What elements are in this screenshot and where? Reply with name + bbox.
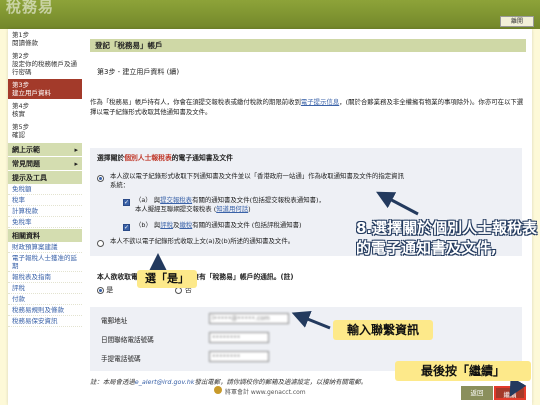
step-number: 第5步 <box>12 123 30 131</box>
mobile-phone-field[interactable]: •••••••• <box>209 351 269 362</box>
title-post: 的電子通知書及文件 <box>171 154 233 162</box>
note-post: 發出電郵，請你調校你的郵箱及過濾設定，以接納有關電郵。 <box>194 378 368 386</box>
chevron-right-icon: ▸ <box>74 160 78 168</box>
submit-return-link[interactable]: 提交報稅表 <box>160 196 192 204</box>
step-label: 設定你的稅務帳戶及通行密碼 <box>12 60 77 76</box>
nav-online-demo[interactable]: 網上示範 ▸ <box>8 142 82 156</box>
sidebar-step-2: 第2步 設定你的稅務帳戶及通行密碼 <box>8 50 82 79</box>
annotation-select-yes: 選「是」 <box>137 270 197 288</box>
sidebar-link-extension[interactable]: 電子報稅人士獲准的延期 <box>8 253 82 272</box>
back-button[interactable]: 返回 <box>461 386 493 400</box>
nav-faq[interactable]: 常見問題 ▸ <box>8 156 82 170</box>
payment-link[interactable]: 繳稅 <box>179 221 192 229</box>
sidebar-link-assessment[interactable]: 評稅 <box>8 283 82 294</box>
sidebar-step-5: 第5步 確認 <box>8 121 82 142</box>
sidebar-link-returns-guides[interactable]: 報稅表及指南 <box>8 272 82 283</box>
phone-label: 日間聯絡電話號碼 <box>101 336 154 344</box>
step-number: 第2步 <box>12 52 30 60</box>
intro-paragraph: 作為「稅務易」帳戶持有人，你會在須提交報稅表或繳付稅款的期限前收到電子提示信息，… <box>90 98 526 117</box>
step-label: 閱讀條款 <box>12 39 38 47</box>
site-logo: 稅務易 <box>6 0 55 16</box>
sidebar-link-security[interactable]: 稅務易保安資訊 <box>8 316 82 327</box>
option-a-line2-post: ) <box>248 205 251 213</box>
assessment-link[interactable]: 評稅 <box>160 221 173 229</box>
annotation-line-1: 8.選擇關於個別人士報稅表 <box>356 219 538 237</box>
intro-text-pre: 作為「稅務易」帳戶持有人，你會在須提交報稅表或繳付稅款的期限前收到 <box>90 98 301 106</box>
email-label: 電郵地址 <box>101 317 128 325</box>
email-note: 註：本局會透過e_alert@ird.gov.hk發出電郵，請你調校你的郵箱及過… <box>90 377 367 386</box>
step-label: 核實 <box>12 110 25 118</box>
sidebar: 第1步 閱讀條款 第2步 設定你的稅務帳戶及通行密碼 第3步 建立用戶資料 第4… <box>8 29 82 405</box>
note-pre: 註：本局會透過 <box>90 378 135 386</box>
nav-label: 網上示範 <box>12 146 40 154</box>
sidebar-link-payment[interactable]: 付款 <box>8 294 82 305</box>
daytime-phone-field[interactable]: •••••••• <box>209 332 269 343</box>
nav-label: 常見問題 <box>12 160 40 168</box>
step-subtitle: 第3步 - 建立用戶資料 (續) <box>97 68 180 76</box>
sidebar-link-compute-tax[interactable]: 計算稅款 <box>8 206 82 217</box>
sidebar-step-1: 第1步 閱讀條款 <box>8 29 82 50</box>
sidebar-link-exemption[interactable]: 免稅率 <box>8 217 82 228</box>
continue-button[interactable]: 繼續 <box>494 386 526 400</box>
nav-tips-tools[interactable]: 提示及工具 <box>8 170 82 184</box>
step-label: 確認 <box>12 131 25 139</box>
option-a-post: 有關的通知書及文件(包括提交報稅表通知書)， <box>192 196 325 204</box>
annotation-press-continue: 最後按「繼續」 <box>395 361 531 381</box>
step-label: 建立用戶資料 <box>12 89 51 97</box>
sidebar-link-terms[interactable]: 稅務易規則及條款 <box>8 305 82 316</box>
edocs-choice-title: 選擇關於個別人士報稅表的電子通知書及文件 <box>97 152 233 162</box>
step-number: 第4步 <box>12 102 30 110</box>
sidebar-link-allowances[interactable]: 免稅額 <box>8 184 82 195</box>
option-b-checkbox[interactable]: ✓ <box>123 224 130 231</box>
step-number: 第3步 <box>12 81 30 89</box>
title-pre: 選擇關於 <box>97 154 125 162</box>
receive-all-label: 本人欲以電子紀錄形式收取下列通知書及文件並以「香港政府一站通」作為收取通知書及文… <box>110 172 404 189</box>
notify-yes-label: 是 <box>106 286 114 294</box>
annotation-select-docs: 8.選擇關於個別人士報稅表 的電子通知書及文件, <box>356 218 540 258</box>
top-banner: 稅務易 離開 <box>0 0 540 29</box>
footer-credit: 將軍會計 www.genacct.com <box>225 389 306 396</box>
title-highlight: 個別人士報稅表 <box>124 154 172 162</box>
nav-label: 提示及工具 <box>12 174 47 182</box>
chevron-right-icon: ▸ <box>74 146 78 154</box>
email-field[interactable]: l•••••@•••••.com <box>209 313 289 324</box>
page-title: 登記「稅務易」帳戶 <box>90 39 526 52</box>
nav-related-info: 相關資料 <box>8 228 82 242</box>
option-a-label: （a） 與提交報稅表有關的通知書及文件(包括提交報稅表通知書)， 本人擬經互聯網… <box>135 196 395 214</box>
sidebar-step-3-active: 第3步 建立用戶資料 <box>8 79 82 100</box>
notify-yes-radio[interactable] <box>97 286 104 294</box>
option-a-pre: （a） 與 <box>135 196 161 204</box>
annotation-line-2: 的電子通知書及文件, <box>356 239 497 257</box>
mobile-label: 手提電話號碼 <box>101 355 141 363</box>
genacct-logo-icon <box>214 386 222 394</box>
nav-label: 相關資料 <box>12 232 40 240</box>
exit-button[interactable]: 離開 <box>500 16 534 27</box>
sidebar-step-4: 第4步 核實 <box>8 100 82 121</box>
option-a-line2-pre: 本人擬經互聯網提交報稅表 ( <box>135 205 217 213</box>
receive-all-radio[interactable] <box>97 175 104 182</box>
main-content: 登記「稅務易」帳戶 第3步 - 建立用戶資料 (續) 作為「稅務易」帳戶持有人，… <box>90 29 532 405</box>
e-reminder-link[interactable]: 電子提示信息 <box>301 98 339 106</box>
sidebar-link-tax-rates[interactable]: 稅率 <box>8 195 82 206</box>
annotation-enter-contact: 輸入聯繫資訊 <box>333 320 433 340</box>
content-panel: 第1步 閱讀條款 第2步 設定你的稅務帳戶及通行密碼 第3步 建立用戶資料 第4… <box>8 29 532 405</box>
option-a-checkbox[interactable]: ✓ <box>123 199 130 206</box>
option-b-pre: （b） 與 <box>135 221 161 229</box>
step-number: 第1步 <box>12 31 30 39</box>
sidebar-link-budget[interactable]: 財政預算案建議 <box>8 242 82 253</box>
know-how-link[interactable]: 知道用何話 <box>216 205 248 213</box>
ird-email-link[interactable]: e_alert@ird.gov.hk <box>135 378 195 386</box>
option-b-post: 有關的通知書及文件 (包括評稅通知書) <box>192 221 302 229</box>
receive-none-radio[interactable] <box>97 240 104 247</box>
